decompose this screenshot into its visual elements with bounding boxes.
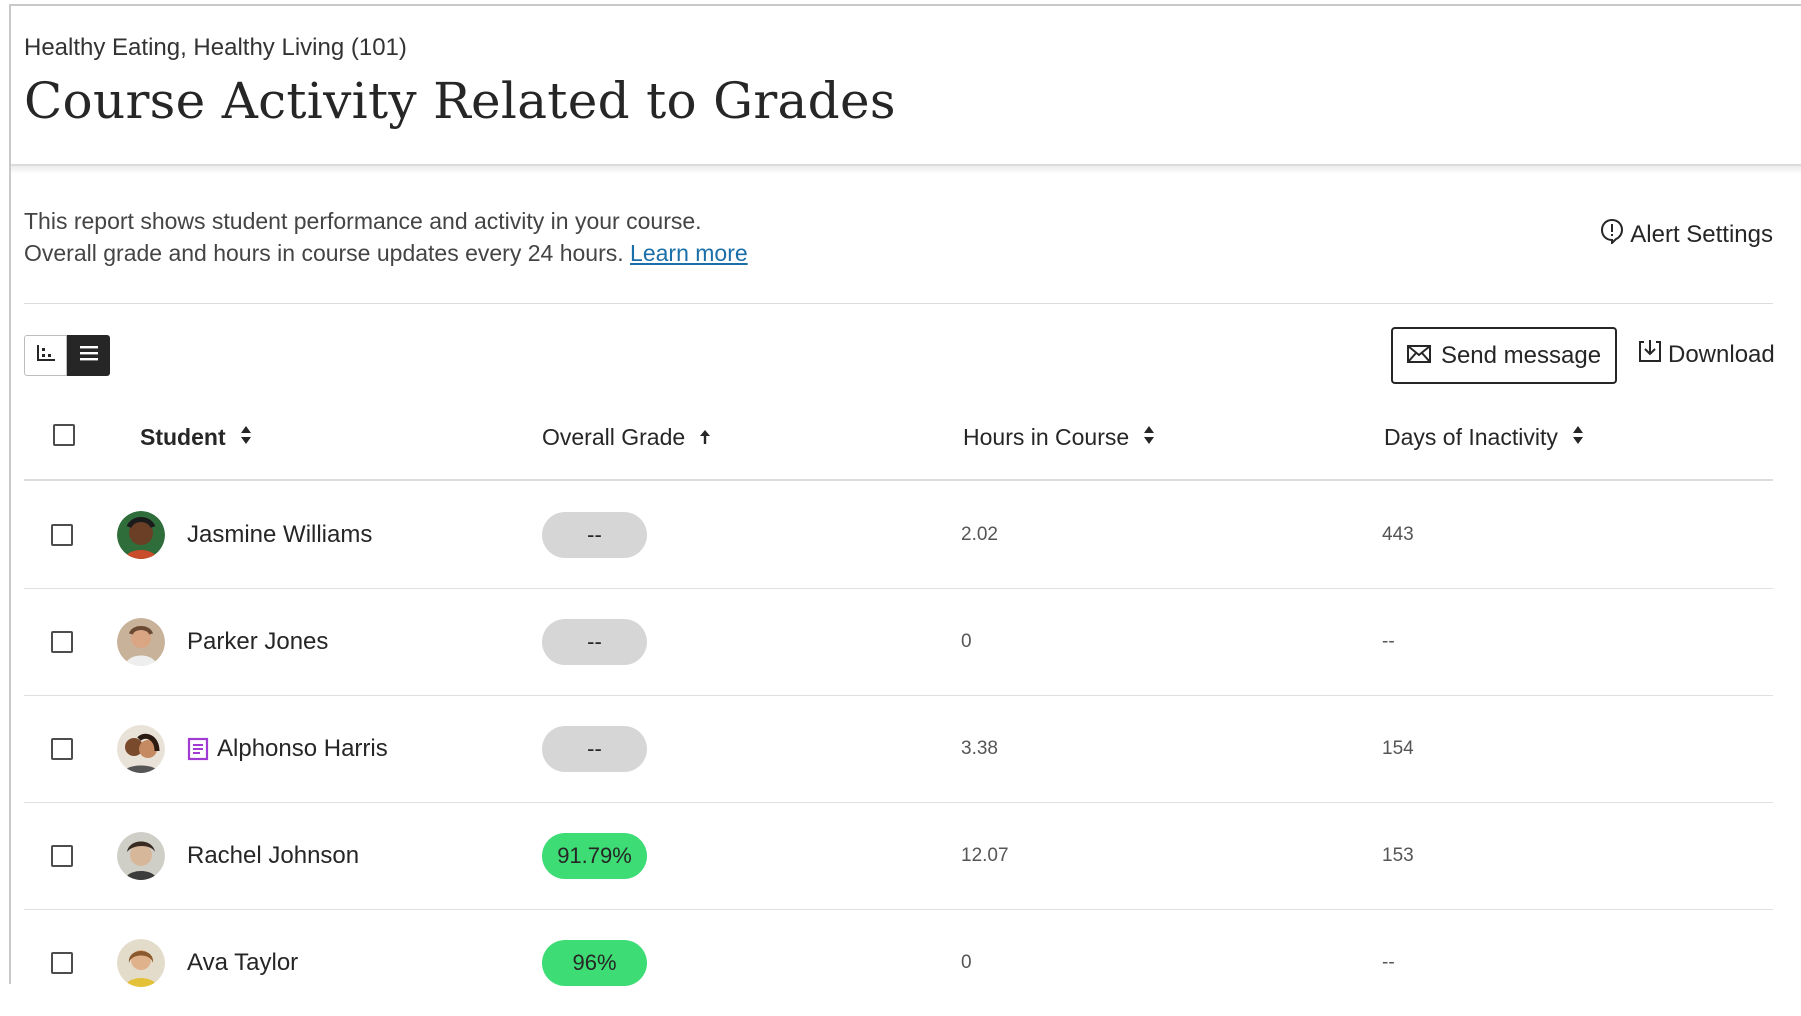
sort-ascending-icon	[699, 424, 711, 451]
inactivity-value: --	[1382, 630, 1395, 652]
download-button[interactable]: Download	[1638, 339, 1775, 370]
send-message-button[interactable]: Send message	[1391, 327, 1617, 384]
student-name[interactable]: Alphonso Harris	[217, 735, 388, 763]
grade-cell: --	[542, 695, 647, 802]
grade-pill[interactable]: --	[542, 618, 647, 665]
download-label: Download	[1668, 340, 1775, 368]
page-header: Healthy Eating, Healthy Living (101) Cou…	[11, 6, 1801, 166]
sort-icon	[1143, 424, 1155, 451]
inactivity-value: 153	[1382, 844, 1414, 866]
column-student[interactable]: Student	[140, 424, 252, 451]
view-toggle	[24, 335, 110, 376]
grade-cell: 96%	[542, 909, 647, 1016]
row-checkbox-cell	[51, 481, 73, 588]
row-checkbox[interactable]	[51, 523, 73, 546]
hours-value: 3.38	[961, 737, 998, 759]
avatar[interactable]	[117, 831, 165, 880]
description-line-1: This report shows student performance an…	[24, 208, 702, 234]
learn-more-link[interactable]: Learn more	[630, 240, 748, 266]
row-checkbox-cell	[51, 695, 73, 802]
grade-cell: 91.79%	[542, 802, 647, 909]
table-row[interactable]: Jasmine Williams -- 2.02 443	[24, 481, 1773, 589]
grade-cell: --	[542, 481, 647, 588]
row-checkbox[interactable]	[51, 630, 73, 653]
row-checkbox-cell	[51, 909, 73, 1016]
row-checkbox[interactable]	[51, 844, 73, 867]
student-cell: Ava Taylor	[117, 909, 298, 1016]
hours-value: 12.07	[961, 844, 1009, 866]
student-cell: Rachel Johnson	[117, 802, 359, 909]
column-hours-in-course[interactable]: Hours in Course	[963, 424, 1155, 451]
row-checkbox[interactable]	[51, 951, 73, 974]
row-checkbox-cell	[51, 802, 73, 909]
table-row[interactable]: Alphonso Harris -- 3.38 154	[24, 695, 1773, 803]
row-checkbox[interactable]	[51, 737, 73, 760]
column-inactivity-label: Days of Inactivity	[1384, 424, 1558, 450]
table-header: Student Overall Grade Hours in Course Da…	[24, 406, 1773, 481]
alert-settings-button[interactable]: Alert Settings	[1600, 218, 1773, 251]
inactivity-value: 154	[1382, 737, 1414, 759]
student-name[interactable]: Jasmine Williams	[187, 521, 372, 549]
course-name: Healthy Eating, Healthy Living (101)	[24, 34, 407, 61]
chart-view-button[interactable]	[24, 335, 67, 376]
grade-pill[interactable]: 91.79%	[542, 832, 647, 879]
report-description: This report shows student performance an…	[24, 205, 748, 269]
avatar[interactable]	[117, 617, 165, 666]
table-row[interactable]: Parker Jones -- 0 --	[24, 588, 1773, 696]
grade-cell: --	[542, 588, 647, 695]
list-icon	[79, 344, 99, 367]
page-title: Course Activity Related to Grades	[24, 72, 896, 130]
notes-icon[interactable]	[187, 737, 209, 761]
sort-icon	[240, 424, 252, 451]
description-line-2: Overall grade and hours in course update…	[24, 237, 748, 269]
avatar[interactable]	[117, 510, 165, 559]
report-window: Healthy Eating, Healthy Living (101) Cou…	[9, 4, 1801, 987]
student-cell: Alphonso Harris	[117, 695, 388, 802]
header-shadow	[11, 166, 1801, 174]
student-cell: Parker Jones	[117, 588, 328, 695]
column-overall-grade[interactable]: Overall Grade	[542, 424, 711, 451]
hours-value: 0	[961, 630, 972, 652]
scatter-chart-icon	[36, 344, 56, 367]
download-icon	[1638, 339, 1662, 370]
student-name[interactable]: Parker Jones	[187, 628, 328, 656]
inactivity-value: --	[1382, 951, 1395, 973]
student-name[interactable]: Ava Taylor	[187, 949, 298, 977]
divider	[24, 303, 1773, 304]
select-all-checkbox[interactable]	[53, 424, 75, 446]
grade-pill[interactable]: --	[542, 725, 647, 772]
grade-pill[interactable]: 96%	[542, 939, 647, 986]
description-line-2-text: Overall grade and hours in course update…	[24, 240, 624, 266]
column-student-label: Student	[140, 424, 226, 450]
column-days-of-inactivity[interactable]: Days of Inactivity	[1384, 424, 1584, 451]
row-checkbox-cell	[51, 588, 73, 695]
avatar[interactable]	[117, 724, 165, 773]
student-name[interactable]: Rachel Johnson	[187, 842, 359, 870]
alert-icon	[1600, 218, 1624, 251]
hours-value: 0	[961, 951, 972, 973]
list-view-button[interactable]	[67, 335, 110, 376]
alert-settings-label: Alert Settings	[1630, 220, 1773, 248]
grade-pill[interactable]: --	[542, 511, 647, 558]
avatar[interactable]	[117, 938, 165, 987]
send-message-label: Send message	[1440, 341, 1602, 369]
student-cell: Jasmine Williams	[117, 481, 372, 588]
column-overall-grade-label: Overall Grade	[542, 424, 686, 450]
select-all-checkbox-cell	[53, 424, 75, 446]
column-hours-label: Hours in Course	[963, 424, 1130, 450]
table-row[interactable]: Ava Taylor 96% 0 --	[24, 909, 1773, 1016]
sort-icon	[1572, 424, 1584, 451]
inactivity-value: 443	[1382, 523, 1414, 545]
envelope-icon	[1406, 342, 1431, 370]
table-row[interactable]: Rachel Johnson 91.79% 12.07 153	[24, 802, 1773, 910]
hours-value: 2.02	[961, 523, 998, 545]
